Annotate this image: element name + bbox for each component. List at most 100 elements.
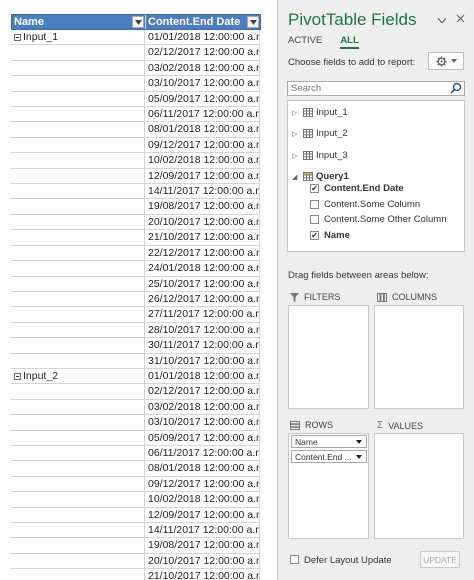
end-date-cell[interactable]: 06/11/2017 12:00:00 a.m. (145, 445, 260, 462)
chevron-down-icon[interactable] (356, 440, 362, 444)
end-date-cell[interactable]: 19/08/2017 12:00:00 a.m. (145, 538, 260, 554)
end-date-cell[interactable]: 24/01/2018 12:00:00 a.m. (145, 261, 260, 277)
end-date-cell[interactable]: 03/02/2018 12:00:00 a.m. (145, 60, 260, 77)
field-content-end-date[interactable]: ✔ Content.End Date (310, 183, 404, 194)
field-content-some-other-column[interactable]: Content.Some Other Column (310, 214, 447, 225)
field-checkbox[interactable] (310, 215, 319, 224)
end-date-cell[interactable]: 31/10/2017 12:00:00 a.m. (145, 353, 260, 369)
name-cell[interactable] (11, 276, 145, 292)
name-cell[interactable] (11, 214, 145, 231)
name-cell[interactable] (11, 569, 145, 580)
end-date-cell[interactable]: 12/09/2017 12:00:00 a.m. (145, 168, 260, 185)
row-field-chip-name[interactable]: Name (291, 435, 367, 448)
name-cell[interactable] (11, 399, 145, 416)
end-date-cell[interactable]: 08/01/2018 12:00:00 a.m. (145, 122, 260, 138)
chevron-down-icon[interactable] (356, 455, 362, 459)
end-date-cell[interactable]: 03/10/2017 12:00:00 a.m. (145, 76, 260, 92)
end-date-cell[interactable]: 01/01/2018 12:00:00 a.m. (145, 30, 260, 46)
field-table-query1[interactable]: ◢ Query1 (292, 171, 349, 182)
end-date-cell[interactable]: 09/12/2017 12:00:00 a.m. (145, 476, 260, 493)
name-cell[interactable] (11, 307, 145, 323)
name-cell[interactable] (11, 523, 145, 539)
filters-drop-zone[interactable] (288, 305, 369, 409)
field-checkbox[interactable]: ✔ (310, 184, 319, 193)
end-date-cell[interactable]: 20/10/2017 12:00:00 a.m. (145, 214, 260, 231)
end-date-cell[interactable]: 10/02/2018 12:00:00 a.m. (145, 153, 260, 169)
search-icon[interactable] (450, 82, 462, 94)
end-date-cell[interactable]: 19/08/2017 12:00:00 a.m. (145, 199, 260, 215)
end-date-cell[interactable]: 12/09/2017 12:00:00 a.m. (145, 507, 260, 523)
name-cell[interactable] (11, 353, 145, 369)
name-cell[interactable] (11, 553, 145, 570)
group-name-cell[interactable]: Input_2 (11, 368, 145, 385)
name-cell[interactable] (11, 261, 145, 277)
collapse-triangle-icon[interactable]: ◢ (292, 173, 300, 181)
name-cell[interactable] (11, 122, 145, 138)
name-cell[interactable] (11, 507, 145, 523)
end-date-cell[interactable]: 08/01/2018 12:00:00 a.m. (145, 461, 260, 477)
end-date-cell[interactable]: 10/02/2018 12:00:00 a.m. (145, 492, 260, 508)
name-column-header[interactable]: Name (12, 15, 146, 29)
end-date-cell[interactable]: 03/02/2018 12:00:00 a.m. (145, 399, 260, 416)
name-cell[interactable] (11, 415, 145, 431)
group-name-cell[interactable]: Input_1 (11, 30, 145, 46)
name-cell[interactable] (11, 461, 145, 477)
end-date-cell[interactable]: 09/12/2017 12:00:00 a.m. (145, 137, 260, 154)
defer-layout-checkbox[interactable] (290, 555, 299, 564)
end-date-cell[interactable]: 21/10/2017 12:00:00 a.m. (145, 569, 260, 580)
field-table-input-3[interactable]: ▷ Input_3 (292, 150, 348, 161)
name-cell[interactable] (11, 137, 145, 154)
end-date-cell[interactable]: 03/10/2017 12:00:00 a.m. (145, 415, 260, 431)
end-date-cell[interactable]: 05/09/2017 12:00:00 a.m. (145, 430, 260, 446)
update-button[interactable]: UPDATE (420, 551, 460, 568)
end-date-cell[interactable]: 06/11/2017 12:00:00 a.m. (145, 107, 260, 123)
rows-drop-zone[interactable]: Name Content.End ... (288, 433, 369, 539)
name-cell[interactable] (11, 199, 145, 215)
values-drop-zone[interactable] (374, 433, 464, 539)
name-cell[interactable] (11, 45, 145, 61)
collapse-minus-icon[interactable] (14, 33, 21, 41)
field-table-input-1[interactable]: ▷ Input_1 (292, 107, 348, 118)
name-cell[interactable] (11, 60, 145, 77)
tab-all[interactable]: ALL (340, 35, 359, 49)
columns-drop-zone[interactable] (374, 305, 464, 409)
end-date-cell[interactable]: 28/10/2017 12:00:00 a.m. (145, 322, 260, 339)
name-filter-dropdown-icon[interactable] (132, 16, 144, 28)
name-cell[interactable] (11, 291, 145, 308)
name-cell[interactable] (11, 338, 145, 354)
field-checkbox[interactable] (310, 200, 319, 209)
end-date-cell[interactable]: 27/11/2017 12:00:00 a.m. (145, 307, 260, 323)
end-date-cell[interactable]: 20/10/2017 12:00:00 a.m. (145, 553, 260, 570)
end-date-cell[interactable]: 14/11/2017 12:00:00 a.m. (145, 184, 260, 200)
pane-options-chevron-down-icon[interactable] (437, 14, 447, 26)
field-content-some-column[interactable]: Content.Some Column (310, 199, 420, 210)
row-field-chip-content-end-date[interactable]: Content.End ... (291, 450, 367, 463)
end-date-cell[interactable]: 25/10/2017 12:00:00 a.m. (145, 276, 260, 292)
name-cell[interactable] (11, 538, 145, 554)
end-date-cell[interactable]: 01/01/2018 12:00:00 a.m. (145, 368, 260, 385)
expand-triangle-icon[interactable]: ▷ (292, 130, 300, 138)
name-cell[interactable] (11, 245, 145, 262)
search-input[interactable] (287, 81, 465, 96)
name-cell[interactable] (11, 384, 145, 400)
end-date-cell[interactable]: 02/12/2017 12:00:00 a.m. (145, 384, 260, 400)
name-cell[interactable] (11, 107, 145, 123)
name-cell[interactable] (11, 168, 145, 185)
field-name[interactable]: ✔ Name (310, 230, 350, 241)
name-cell[interactable] (11, 476, 145, 493)
end-date-cell[interactable]: 22/12/2017 12:00:00 a.m. (145, 245, 260, 262)
name-cell[interactable] (11, 91, 145, 108)
name-cell[interactable] (11, 430, 145, 446)
end-date-cell[interactable]: 05/09/2017 12:00:00 a.m. (145, 91, 260, 108)
end-date-cell[interactable]: 26/12/2017 12:00:00 a.m. (145, 291, 260, 308)
name-cell[interactable] (11, 492, 145, 508)
end-date-cell[interactable]: 21/10/2017 12:00:00 a.m. (145, 230, 260, 246)
expand-triangle-icon[interactable]: ▷ (292, 152, 300, 160)
end-date-cell[interactable]: 14/11/2017 12:00:00 a.m. (145, 523, 260, 539)
end-date-cell[interactable]: 02/12/2017 12:00:00 a.m. (145, 45, 260, 61)
name-cell[interactable] (11, 76, 145, 92)
tools-button[interactable] (428, 52, 464, 70)
field-checkbox[interactable]: ✔ (310, 231, 319, 240)
name-cell[interactable] (11, 230, 145, 246)
field-table-input-2[interactable]: ▷ Input_2 (292, 128, 348, 139)
